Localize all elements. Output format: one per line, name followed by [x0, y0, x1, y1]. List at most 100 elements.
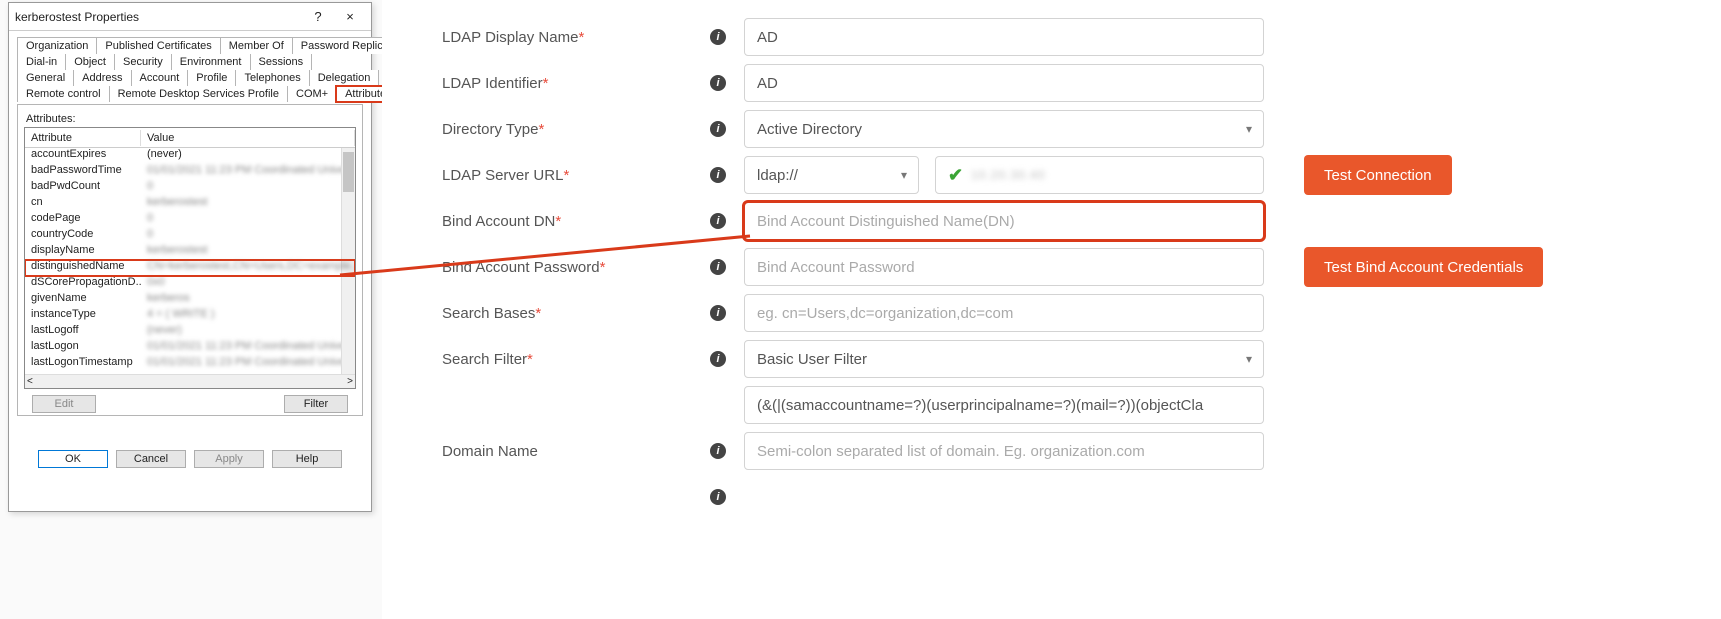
test-bind-credentials-button[interactable]: Test Bind Account Credentials: [1304, 247, 1543, 287]
table-row[interactable]: dSCorePropagationD...0x0: [25, 276, 355, 292]
bind-account-dn-input[interactable]: [744, 202, 1264, 240]
test-connection-button[interactable]: Test Connection: [1304, 155, 1452, 195]
info-icon[interactable]: i: [710, 121, 726, 137]
attr-cell: cn: [25, 196, 141, 212]
directory-type-select[interactable]: [744, 110, 1264, 148]
attr-cell: codePage: [25, 212, 141, 228]
tab-general[interactable]: General: [17, 70, 74, 86]
edit-button[interactable]: Edit: [32, 395, 96, 413]
tab-rds-profile[interactable]: Remote Desktop Services Profile: [109, 86, 288, 102]
table-row[interactable]: codePage0: [25, 212, 355, 228]
attr-cell: distinguishedName: [25, 260, 141, 276]
tab-address[interactable]: Address: [73, 70, 131, 86]
domain-name-input[interactable]: [744, 432, 1264, 470]
ldap-host-value: 10.20.30.40: [971, 168, 1045, 182]
label-bind-pw: Bind Account Password*: [402, 259, 692, 276]
table-row[interactable]: accountExpires(never): [25, 148, 355, 164]
table-row[interactable]: countryCode0: [25, 228, 355, 244]
attr-cell: countryCode: [25, 228, 141, 244]
ldap-host-input[interactable]: ✔ 10.20.30.40: [935, 156, 1264, 194]
horizontal-scrollbar[interactable]: < >: [25, 374, 355, 388]
label-bind-dn: Bind Account DN*: [402, 213, 692, 230]
tab-com-plus[interactable]: COM+: [287, 86, 337, 102]
table-row[interactable]: badPwdCount0: [25, 180, 355, 196]
tab-organization[interactable]: Organization: [17, 37, 97, 54]
tab-remote-control[interactable]: Remote control: [17, 86, 110, 102]
label-display-name: LDAP Display Name*: [402, 29, 692, 46]
info-icon[interactable]: i: [710, 29, 726, 45]
ldap-identifier-input[interactable]: [744, 64, 1264, 102]
ok-button[interactable]: OK: [38, 450, 108, 468]
search-filter-select[interactable]: [744, 340, 1264, 378]
attr-cell: lastLogonTimestamp: [25, 356, 141, 372]
info-icon[interactable]: i: [710, 75, 726, 91]
ldap-config-form: LDAP Display Name* i LDAP Identifier* i …: [382, 0, 1721, 619]
table-row[interactable]: givenNamekerberos: [25, 292, 355, 308]
attributes-listview[interactable]: Attribute Value accountExpires(never)bad…: [24, 127, 356, 389]
tab-object[interactable]: Object: [65, 54, 115, 70]
help-button[interactable]: Help: [272, 450, 342, 468]
label-domain-name: Domain Name: [402, 443, 692, 460]
value-cell: 0: [141, 212, 355, 228]
apply-button[interactable]: Apply: [194, 450, 264, 468]
attr-cell: givenName: [25, 292, 141, 308]
tab-member-of[interactable]: Member Of: [220, 37, 293, 54]
value-cell: (never): [141, 148, 355, 164]
cancel-button[interactable]: Cancel: [116, 450, 186, 468]
search-filter-expanded-input[interactable]: [744, 386, 1264, 424]
table-row[interactable]: badPasswordTime01/01/2021 11:23 PM Coord…: [25, 164, 355, 180]
scroll-left-icon[interactable]: <: [27, 376, 33, 387]
check-icon: ✔: [948, 165, 963, 186]
attributes-label: Attributes:: [26, 113, 356, 125]
table-row[interactable]: cnkerberostest: [25, 196, 355, 212]
tab-profile[interactable]: Profile: [187, 70, 236, 86]
info-icon[interactable]: i: [710, 351, 726, 367]
filter-button[interactable]: Filter: [284, 395, 348, 413]
value-cell: kerberostest: [141, 244, 355, 260]
bind-account-password-input[interactable]: [744, 248, 1264, 286]
value-cell: 0x0: [141, 276, 355, 292]
info-icon[interactable]: i: [710, 489, 726, 505]
table-row[interactable]: displayNamekerberostest: [25, 244, 355, 260]
info-icon[interactable]: i: [710, 305, 726, 321]
scroll-right-icon[interactable]: >: [347, 376, 353, 387]
close-icon[interactable]: ×: [339, 6, 361, 28]
label-server-url: LDAP Server URL*: [402, 167, 692, 184]
label-identifier: LDAP Identifier*: [402, 75, 692, 92]
value-cell: CN=kerberostest,CN=Users,DC=example,DC=c…: [141, 260, 355, 276]
value-cell: (never): [141, 324, 355, 340]
value-cell: kerberos: [141, 292, 355, 308]
titlebar[interactable]: kerberostest Properties ? ×: [9, 3, 371, 31]
info-icon[interactable]: i: [710, 213, 726, 229]
search-bases-input[interactable]: [744, 294, 1264, 332]
label-search-filter: Search Filter*: [402, 351, 692, 368]
info-icon[interactable]: i: [710, 443, 726, 459]
label-directory-type: Directory Type*: [402, 121, 692, 138]
ldap-scheme-select[interactable]: [744, 156, 919, 194]
attr-cell: badPasswordTime: [25, 164, 141, 180]
value-cell: 01/01/2021 11:23 PM Coordinated Universa…: [141, 356, 355, 372]
table-row[interactable]: lastLogon01/01/2021 11:23 PM Coordinated…: [25, 340, 355, 356]
attr-cell: instanceType: [25, 308, 141, 324]
column-value[interactable]: Value: [141, 130, 355, 146]
tab-environment[interactable]: Environment: [171, 54, 251, 70]
tab-telephones[interactable]: Telephones: [235, 70, 309, 86]
column-attribute[interactable]: Attribute: [25, 130, 141, 146]
tab-sessions[interactable]: Sessions: [250, 54, 313, 70]
tab-account[interactable]: Account: [131, 70, 189, 86]
tab-security[interactable]: Security: [114, 54, 172, 70]
value-cell: 01/01/2021 11:23 PM Coordinated Universa…: [141, 164, 355, 180]
table-row[interactable]: distinguishedNameCN=kerberostest,CN=User…: [25, 260, 355, 276]
ldap-display-name-input[interactable]: [744, 18, 1264, 56]
tab-body: Attributes: Attribute Value accountExpir…: [17, 104, 363, 416]
tab-delegation[interactable]: Delegation: [309, 70, 380, 86]
tab-published-certificates[interactable]: Published Certificates: [96, 37, 220, 54]
info-icon[interactable]: i: [710, 259, 726, 275]
table-row[interactable]: instanceType4 = ( WRITE ): [25, 308, 355, 324]
value-cell: kerberostest: [141, 196, 355, 212]
table-row[interactable]: lastLogoff(never): [25, 324, 355, 340]
tab-dial-in[interactable]: Dial-in: [17, 54, 66, 70]
table-row[interactable]: lastLogonTimestamp01/01/2021 11:23 PM Co…: [25, 356, 355, 372]
info-icon[interactable]: i: [710, 167, 726, 183]
help-icon[interactable]: ?: [307, 6, 329, 28]
